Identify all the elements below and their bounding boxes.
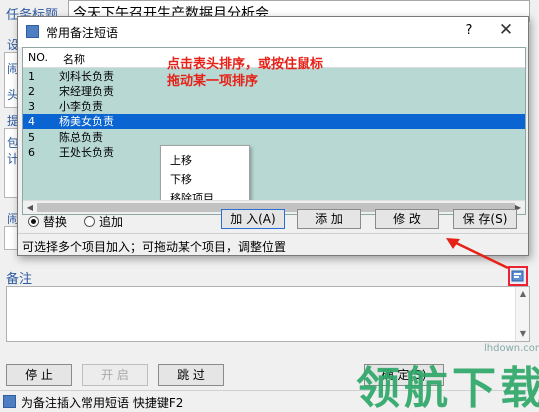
notes-scrollbar[interactable]: ▲ ▼ <box>515 287 529 341</box>
scroll-up-icon[interactable]: ▲ <box>516 287 530 301</box>
dialog-titlebar[interactable]: 常用备注短语 ? ✕ <box>18 17 528 47</box>
list-row-selected[interactable]: 4 杨美女负责 <box>23 114 525 129</box>
dialog-app-icon <box>26 25 39 38</box>
dialog-title: 常用备注短语 <box>46 26 119 40</box>
phrase-list[interactable]: NO. 名称 1 刘科长负责 2 宋经理负责 3 小李负责 4 杨美女负责 5 陈总负责 … <box>22 47 526 215</box>
list-row[interactable]: 5 陈总负责 <box>23 130 525 145</box>
menu-item-move-down[interactable]: 下移 <box>170 171 192 187</box>
append-radio[interactable]: 追加 <box>84 213 123 230</box>
row-no: 1 <box>28 70 35 83</box>
notes-textarea[interactable]: ▲ ▼ <box>6 286 530 342</box>
common-phrases-dialog: 常用备注短语 ? ✕ NO. 名称 1 刘科长负责 2 宋经理负责 3 小李负责 4 杨… <box>17 16 529 256</box>
menu-item-move-up[interactable]: 上移 <box>170 152 192 168</box>
skip-button[interactable]: 跳 过 <box>158 364 224 386</box>
radio-unchecked-icon <box>84 216 95 227</box>
list-row[interactable]: 2 宋经理负责 <box>23 84 525 99</box>
save-button[interactable]: 保 存(S) <box>453 209 517 229</box>
row-no: 4 <box>28 115 35 128</box>
stop-button[interactable]: 停 止 <box>6 364 72 386</box>
add-to-notes-button[interactable]: 加 入(A) <box>221 209 285 229</box>
column-header-no[interactable]: NO. <box>28 51 48 64</box>
annotation-arrow-icon <box>446 238 509 270</box>
append-radio-label: 追加 <box>99 215 124 229</box>
status-text: 为备注插入常用短语 快捷键F2 <box>21 396 184 410</box>
row-no: 2 <box>28 85 35 98</box>
watermark-url: lhdown.com <box>484 343 539 354</box>
alarm-group <box>4 226 18 250</box>
scroll-down-icon[interactable]: ▼ <box>516 327 530 341</box>
list-row[interactable]: 6 王处长负责 <box>23 145 525 160</box>
row-no: 3 <box>28 100 35 113</box>
row-no: 6 <box>28 146 35 159</box>
app-icon <box>3 395 16 408</box>
row-name: 刘科长负责 <box>59 70 114 83</box>
replace-radio[interactable]: 替换 <box>28 213 67 230</box>
replace-radio-label: 替换 <box>43 215 68 229</box>
modify-button[interactable]: 修 改 <box>375 209 439 229</box>
context-menu: 上移 下移 移除项目 <box>160 145 250 207</box>
row-no: 5 <box>28 131 35 144</box>
row-name: 宋经理负责 <box>59 85 114 98</box>
sort-hint-line2: 拖动某一项排序 <box>167 74 259 89</box>
help-button[interactable]: ? <box>461 23 477 38</box>
row-name: 小李负责 <box>59 100 103 113</box>
close-icon[interactable]: ✕ <box>496 20 516 40</box>
list-row[interactable]: 3 小李负责 <box>23 99 525 114</box>
row-name: 王处长负责 <box>59 146 114 159</box>
column-header-name[interactable]: 名称 <box>63 51 85 67</box>
row-name: 杨美女负责 <box>59 115 114 128</box>
notes-label: 备注 <box>6 272 33 287</box>
start-button[interactable]: 开 启 <box>82 364 148 386</box>
phrase-icon <box>511 270 524 282</box>
radio-checked-icon <box>28 216 39 227</box>
watermark-logo: 领航下载 <box>356 363 539 412</box>
add-phrase-button[interactable]: 添 加 <box>297 209 361 229</box>
row-name: 陈总负责 <box>59 131 103 144</box>
